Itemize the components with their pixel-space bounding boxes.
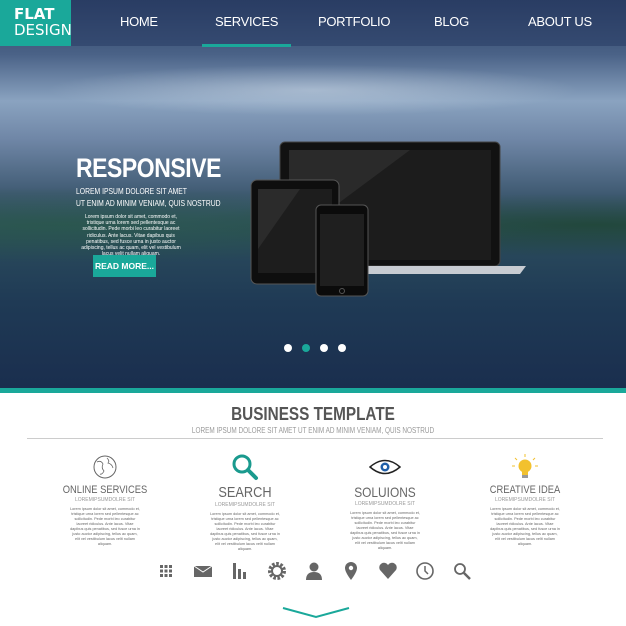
feature-subtitle: LOREMIPSUMDOLRE SIT bbox=[74, 497, 135, 503]
globe-icon bbox=[93, 455, 117, 479]
phone-image bbox=[315, 204, 370, 303]
feature-title: CREATIVE IDEA bbox=[489, 484, 561, 496]
feature-title: SEARCH bbox=[218, 484, 272, 501]
slide-dot-2[interactable] bbox=[302, 344, 310, 352]
hero-banner: RESPONSIVE LOREM IPSUM DOLORE SIT AMET U… bbox=[0, 0, 626, 388]
accent-divider bbox=[0, 388, 626, 393]
location-pin-icon[interactable] bbox=[340, 560, 362, 582]
section-title: BUSINESS TEMPLATE bbox=[231, 404, 395, 424]
chevron-down-icon[interactable] bbox=[281, 606, 351, 620]
top-nav: FLAT DESIGN HOME SERVICES PORTFOLIO BLOG … bbox=[0, 0, 626, 47]
feature-subtitle: LOREMIPSUMDOLRE SIT bbox=[354, 501, 415, 507]
grid-icon[interactable] bbox=[155, 560, 177, 582]
magnifier-icon bbox=[232, 454, 258, 480]
hero-text: RESPONSIVE LOREM IPSUM DOLORE SIT AMET U… bbox=[76, 153, 221, 257]
search-icon[interactable] bbox=[451, 560, 473, 582]
feature-title: SOLUIONS bbox=[354, 484, 416, 500]
hero-subtitle-2: UT ENIM AD MINIM VENIAM, QUIS NOSTRUD bbox=[76, 198, 221, 208]
feature-subtitle: LOREMIPSUMDOLRE SIT bbox=[494, 497, 555, 503]
nav-home[interactable]: HOME bbox=[120, 14, 158, 29]
slider-dots bbox=[284, 344, 346, 352]
read-more-button[interactable]: READ MORE... bbox=[93, 255, 156, 277]
slide-dot-3[interactable] bbox=[320, 344, 328, 352]
clock-icon[interactable] bbox=[414, 560, 436, 582]
nav-services[interactable]: SERVICES bbox=[201, 14, 292, 47]
feature-body: Lorem ipsum dolor sit amet, commodo et, … bbox=[490, 507, 560, 546]
slide-dot-4[interactable] bbox=[338, 344, 346, 352]
feature-title: ONLINE SERVICES bbox=[62, 484, 148, 496]
slide-dot-1[interactable] bbox=[284, 344, 292, 352]
feature-subtitle: LOREMIPSUMDOLRE SIT bbox=[214, 502, 275, 508]
hero-subtitle: LOREM IPSUM DOLORE SIT AMET bbox=[76, 186, 187, 196]
hero-title: RESPONSIVE bbox=[76, 153, 221, 183]
lightbulb-icon bbox=[512, 454, 538, 478]
icon-toolbar bbox=[155, 560, 473, 582]
user-icon[interactable] bbox=[303, 560, 325, 582]
nav-portfolio[interactable]: PORTFOLIO bbox=[318, 14, 390, 29]
logo[interactable]: FLAT DESIGN bbox=[0, 0, 72, 46]
logo-line-2: DESIGN bbox=[14, 21, 72, 39]
gear-icon[interactable] bbox=[266, 560, 288, 582]
bar-chart-icon[interactable] bbox=[229, 560, 251, 582]
section-subtitle: LOREM IPSUM DOLORE SIT AMET UT ENIM AD M… bbox=[191, 426, 435, 435]
hero-body: Lorem ipsum dolor sit amet, commodo et, … bbox=[81, 214, 181, 257]
nav-about-us[interactable]: ABOUT US bbox=[528, 14, 592, 29]
feature-creative-idea: CREATIVE IDEA LOREMIPSUMDOLRE SIT Lorem … bbox=[475, 452, 575, 547]
logo-line-1: FLAT bbox=[14, 5, 55, 23]
eye-icon bbox=[369, 459, 401, 475]
feature-search: SEARCH LOREMIPSUMDOLRE SIT Lorem ipsum d… bbox=[195, 452, 295, 552]
feature-online-services: ONLINE SERVICES LOREMIPSUMDOLRE SIT Lore… bbox=[55, 452, 155, 547]
nav-blog[interactable]: BLOG bbox=[434, 14, 469, 29]
section-rule bbox=[27, 438, 603, 439]
feature-solutions: SOLUIONS LOREMIPSUMDOLRE SIT Lorem ipsum… bbox=[335, 452, 435, 551]
mail-icon[interactable] bbox=[192, 560, 214, 582]
feature-body: Lorem ipsum dolor sit amet, commodo et, … bbox=[70, 507, 140, 546]
feature-body: Lorem ipsum dolor sit amet, commodo et, … bbox=[210, 512, 280, 551]
heart-icon[interactable] bbox=[377, 560, 399, 582]
feature-body: Lorem ipsum dolor sit amet, commodo et, … bbox=[350, 511, 420, 550]
